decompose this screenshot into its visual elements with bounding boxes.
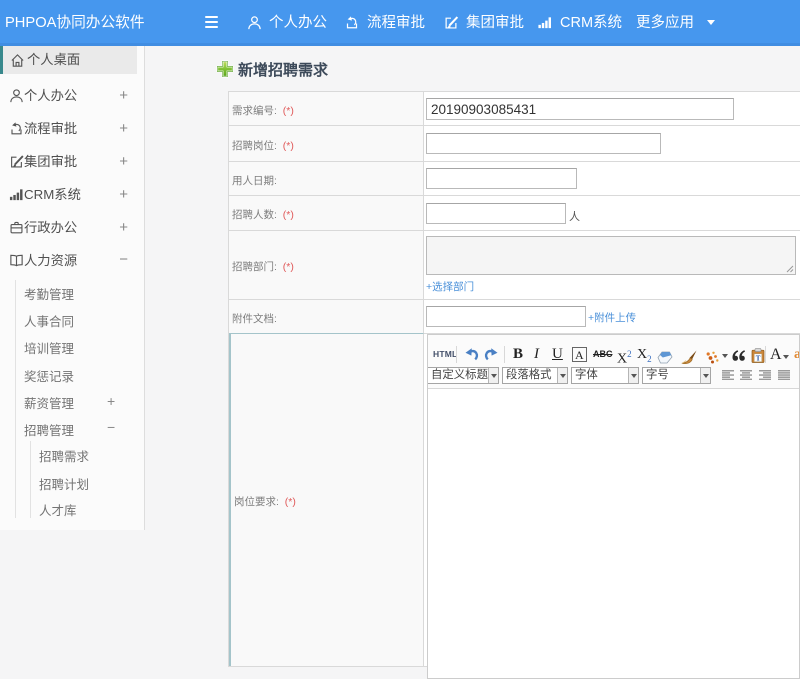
svg-text:T: T (756, 354, 761, 362)
